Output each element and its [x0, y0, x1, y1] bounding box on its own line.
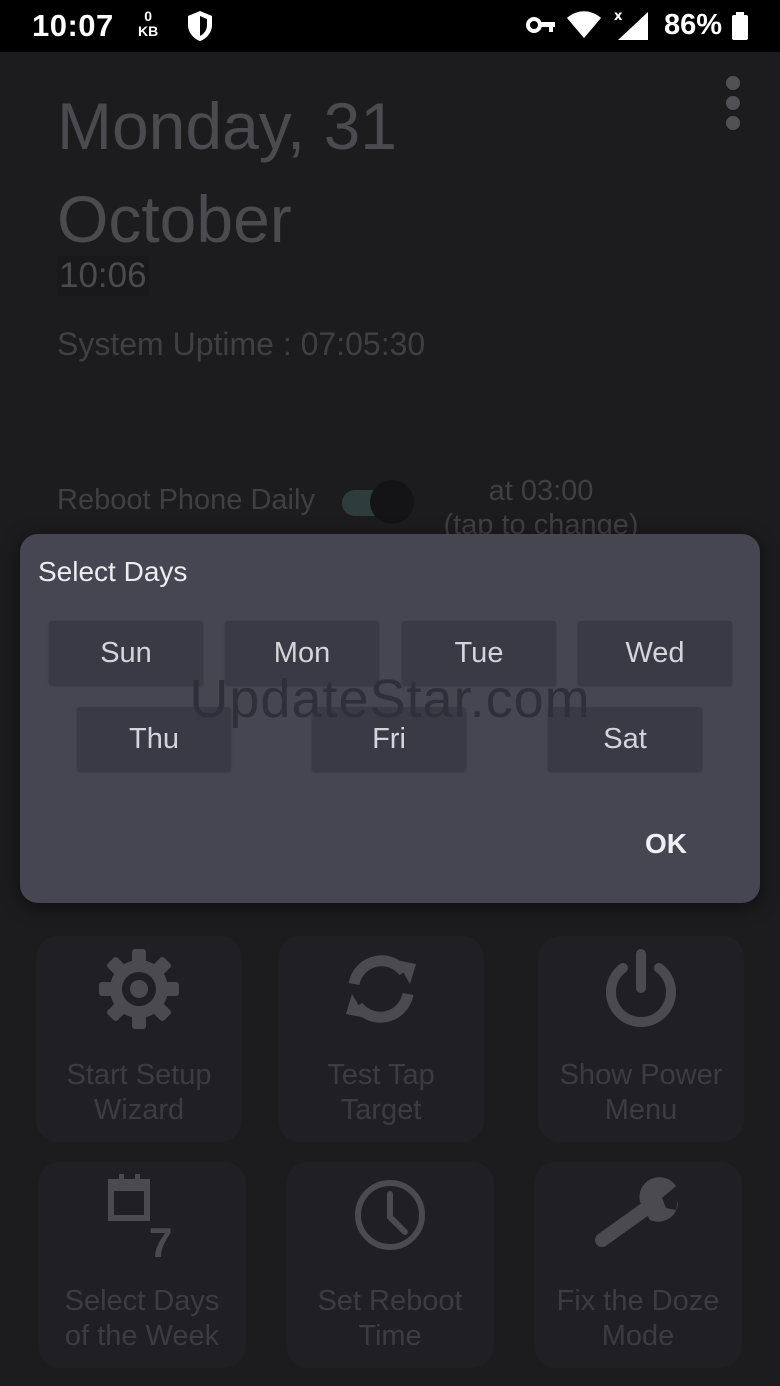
- show-power-menu-tile[interactable]: Show Power Menu: [538, 936, 744, 1142]
- tile-label-line2: Menu: [604, 1094, 678, 1126]
- tile-label: Start Setup Wizard: [36, 1058, 242, 1128]
- svg-text:x: x: [614, 9, 623, 24]
- dialog-title: Select Days: [38, 556, 188, 587]
- tile-label: Show Power Menu: [538, 1058, 744, 1128]
- wrench-icon: [534, 1172, 742, 1263]
- fix-doze-mode-tile[interactable]: Fix the Doze Mode: [534, 1162, 742, 1368]
- tile-label-line2: Target: [340, 1094, 422, 1126]
- battery-percent: 86%: [664, 9, 723, 41]
- watermark: UpdateStar.com: [189, 669, 591, 729]
- tile-label: Test Tap Target: [278, 1058, 484, 1128]
- wifi-icon: [566, 10, 602, 45]
- tile-label: Select Days of the Week: [38, 1284, 246, 1354]
- calendar-7-icon: 7: [38, 1172, 246, 1267]
- tile-label-line1: Select Days: [64, 1285, 220, 1317]
- tile-label-line2: Wizard: [93, 1094, 185, 1126]
- network-speed-value: 0: [144, 8, 153, 24]
- shield-icon: [186, 10, 214, 47]
- set-reboot-time-tile[interactable]: Set Reboot Time: [286, 1162, 494, 1368]
- tile-label-line1: Start Setup: [66, 1059, 212, 1091]
- gear-icon: [36, 946, 242, 1037]
- vpn-key-icon: [526, 14, 556, 41]
- status-bar: 10:07 0 KB x 86%: [0, 0, 780, 52]
- tile-label-line2: Mode: [601, 1320, 675, 1352]
- reboot-daily-label: Reboot Phone Daily: [57, 484, 315, 516]
- battery-icon: [731, 12, 749, 45]
- tile-label-line1: Set Reboot: [317, 1285, 463, 1317]
- network-speed-unit: KB: [138, 23, 159, 39]
- tile-label-line2: of the Week: [64, 1320, 220, 1352]
- select-days-of-week-tile[interactable]: 7 Select Days of the Week: [38, 1162, 246, 1368]
- reboot-time-button[interactable]: at 03:00 (tap to change): [436, 474, 646, 542]
- date-title: Monday, 31 October: [57, 80, 697, 266]
- current-time: 10:06: [57, 256, 149, 296]
- status-time: 10:07: [32, 8, 114, 43]
- overflow-menu-icon[interactable]: [722, 76, 744, 132]
- ok-button[interactable]: OK: [620, 822, 712, 866]
- clock-icon: [286, 1172, 494, 1263]
- tile-label: Set Reboot Time: [286, 1284, 494, 1354]
- start-setup-wizard-tile[interactable]: Start Setup Wizard: [36, 936, 242, 1142]
- refresh-icon: [278, 946, 484, 1037]
- network-speed: 0 KB: [138, 9, 158, 39]
- test-tap-target-tile[interactable]: Test Tap Target: [278, 936, 484, 1142]
- signal-icon: x: [614, 8, 650, 47]
- date-line-1: Monday, 31: [57, 89, 397, 163]
- tile-label-line1: Test Tap: [327, 1059, 435, 1091]
- power-icon: [538, 946, 744, 1037]
- reboot-time-value: at 03:00: [488, 475, 594, 507]
- reboot-daily-toggle[interactable]: [342, 480, 416, 524]
- system-uptime: System Uptime : 07:05:30: [57, 326, 426, 362]
- tile-label-line2: Time: [358, 1320, 422, 1352]
- date-line-2: October: [57, 182, 292, 256]
- tile-label: Fix the Doze Mode: [534, 1284, 742, 1354]
- svg-text:7: 7: [149, 1219, 172, 1262]
- tile-label-line1: Fix the Doze: [556, 1285, 720, 1317]
- tile-label-line1: Show Power: [559, 1059, 723, 1091]
